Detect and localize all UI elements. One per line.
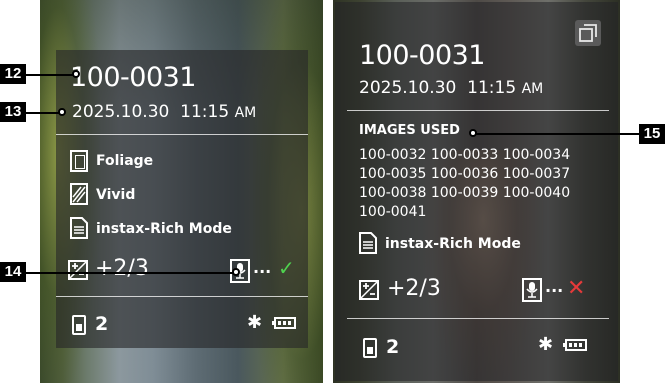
print-mode-value: instax-Rich Mode (96, 221, 232, 237)
exposure-compensation-value: +2/3 (95, 256, 149, 281)
capture-time: 11:15 (180, 102, 230, 122)
callout-label: 15 (639, 124, 665, 144)
callout-leader-line (26, 112, 62, 114)
audio-dots: ··· (545, 281, 564, 300)
capture-date-time: 2025.10.30 11:15 AM (359, 78, 543, 98)
images-used-line: 100-0035 100-0036 100-0037 (359, 166, 571, 182)
exposure-icon (68, 260, 88, 280)
capture-time: 11:15 (467, 78, 517, 98)
print-count-icon (363, 338, 377, 358)
audio-memo-icon (522, 278, 542, 302)
divider (347, 110, 609, 111)
images-used-line: 100-0032 100-0033 100-0034 (359, 147, 571, 163)
print-count-value: 2 (95, 313, 109, 335)
frame-number: 100-0031 (359, 40, 486, 71)
grain-effect-icon (70, 183, 88, 205)
callout-leader-line (26, 74, 76, 76)
print-mode-value: instax-Rich Mode (385, 236, 521, 252)
capture-ampm: AM (234, 105, 257, 121)
divider (347, 318, 609, 319)
cross-icon: ✕ (567, 276, 586, 301)
battery-icon (563, 339, 587, 351)
capture-date: 2025.10.30 (72, 102, 170, 122)
frame-number: 100-0031 (70, 62, 197, 93)
bluetooth-icon: ✱ (247, 312, 263, 333)
playback-screen-left: 100-0031 2025.10.30 11:15 AM Foliage Viv… (40, 0, 323, 383)
bluetooth-icon: ✱ (538, 334, 554, 355)
images-used-label: IMAGES USED (359, 123, 460, 138)
battery-icon (272, 317, 296, 329)
audio-dots: ··· (253, 262, 272, 281)
callout-label: 13 (0, 102, 26, 122)
grain-effect-value: Vivid (96, 187, 136, 203)
composite-icon (575, 20, 601, 46)
capture-ampm: AM (521, 81, 544, 97)
divider (56, 296, 308, 297)
divider (56, 134, 308, 135)
capture-date: 2025.10.30 (359, 78, 457, 98)
print-mode-icon (70, 217, 88, 239)
playback-screen-right: 100-0031 2025.10.30 11:15 AM IMAGES USED… (333, 0, 620, 383)
callout-dot (58, 108, 66, 116)
callout-leader-line (26, 272, 234, 274)
print-mode-icon (359, 232, 377, 254)
images-used-line: 100-0041 (359, 204, 427, 220)
callout-dot (469, 129, 477, 137)
callout-dot (232, 268, 240, 276)
exposure-icon (359, 280, 379, 300)
callout-dot (72, 70, 80, 78)
print-count-value: 2 (386, 336, 400, 358)
callout-leader-line (473, 133, 639, 135)
images-used-list: 100-0032 100-0033 100-0034 100-0035 100-… (359, 146, 570, 222)
callout-label: 12 (0, 64, 26, 84)
film-simulation-icon (70, 150, 88, 172)
capture-date-time: 2025.10.30 11:15 AM (72, 102, 256, 122)
film-simulation-value: Foliage (96, 153, 154, 169)
print-count-icon (72, 315, 86, 335)
callout-label: 14 (0, 262, 26, 282)
info-overlay-panel (56, 50, 308, 348)
images-used-line: 100-0038 100-0039 100-0040 (359, 185, 571, 201)
exposure-compensation-value: +2/3 (387, 276, 441, 301)
check-icon: ✓ (278, 256, 295, 280)
